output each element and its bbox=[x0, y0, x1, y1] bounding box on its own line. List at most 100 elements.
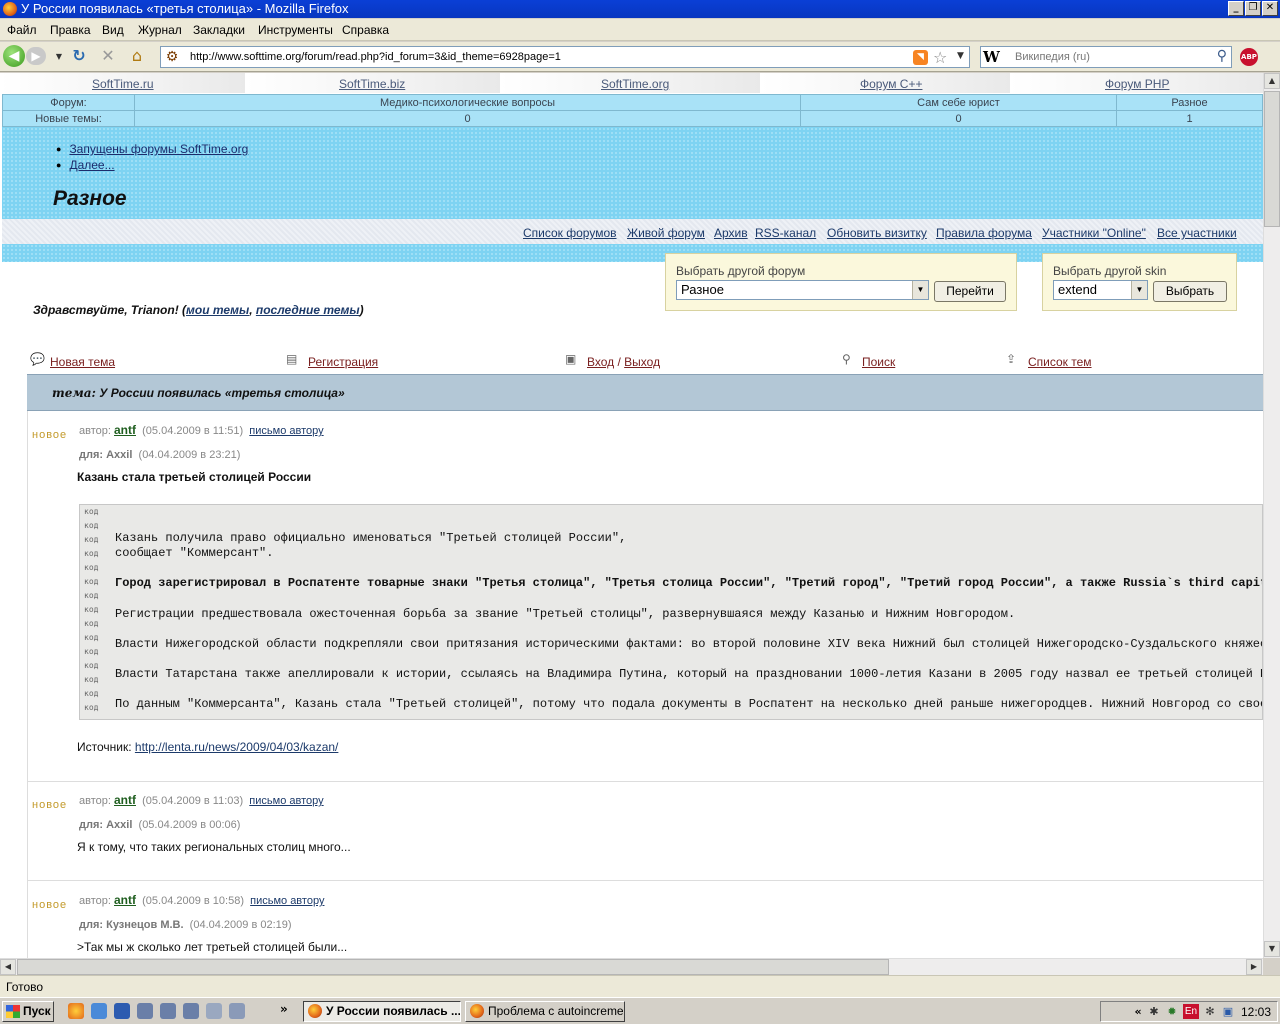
select-skin-button[interactable]: Выбрать bbox=[1153, 281, 1227, 302]
maximize-button[interactable]: ❐ bbox=[1245, 1, 1261, 16]
scroll-right-icon[interactable]: ▶ bbox=[1246, 959, 1262, 975]
scroll-thumb[interactable] bbox=[17, 959, 889, 975]
home-icon[interactable]: ⌂ bbox=[127, 46, 147, 66]
link-update-card[interactable]: Обновить визитку bbox=[827, 226, 927, 240]
link-softtime-biz[interactable]: SoftTime.biz bbox=[339, 77, 405, 91]
author-link[interactable]: antf bbox=[114, 423, 136, 437]
task-button[interactable]: У России появилась ... bbox=[303, 1001, 461, 1022]
author-link[interactable]: antf bbox=[114, 893, 136, 907]
link-all-users[interactable]: Все участники bbox=[1157, 226, 1237, 240]
back-icon[interactable]: ◀ bbox=[3, 45, 25, 67]
topics-list-link[interactable]: Список тем bbox=[1028, 355, 1092, 369]
logout-link[interactable]: Выход bbox=[624, 355, 660, 369]
login-link[interactable]: Вход bbox=[587, 355, 614, 369]
code-line: сообщает "Коммерсант". bbox=[115, 546, 274, 560]
link-forum-rules[interactable]: Правила форума bbox=[936, 226, 1032, 240]
menu-help[interactable]: Справка bbox=[342, 23, 389, 37]
link-rss[interactable]: RSS-канал bbox=[755, 226, 816, 240]
search-action[interactable]: ⚲ Поиск bbox=[842, 352, 895, 369]
last-topics-link[interactable]: последние темы bbox=[256, 303, 360, 317]
chevron-down-icon[interactable]: ▼ bbox=[1131, 281, 1147, 299]
vertical-scrollbar[interactable]: ▲ ▼ bbox=[1263, 73, 1280, 958]
rss-icon[interactable]: ◥ bbox=[913, 50, 928, 65]
search-icon[interactable]: ⚲ bbox=[1217, 48, 1227, 64]
antivirus-icon[interactable]: ✹ bbox=[1165, 1005, 1179, 1019]
topics-list-action[interactable]: ⇪ Список тем bbox=[1006, 352, 1092, 369]
scroll-down-icon[interactable]: ▼ bbox=[1264, 941, 1280, 957]
scroll-left-icon[interactable]: ◀ bbox=[0, 959, 16, 975]
browser-quicklaunch-icon[interactable] bbox=[91, 1003, 107, 1019]
url-bar[interactable]: ⚙ http://www.softtime.org/forum/read.php… bbox=[160, 46, 970, 68]
star-icon[interactable]: ☆ bbox=[933, 48, 947, 67]
mail-author-link[interactable]: письмо автору bbox=[249, 795, 323, 807]
app-quicklaunch-icon[interactable] bbox=[229, 1003, 245, 1019]
menu-file[interactable]: Файл bbox=[7, 23, 37, 37]
menu-view[interactable]: Вид bbox=[102, 23, 124, 37]
history-dropdown-icon[interactable]: ▼ bbox=[49, 47, 69, 67]
link-archive[interactable]: Архив bbox=[714, 226, 748, 240]
link-softtime-org[interactable]: SoftTime.org bbox=[601, 77, 669, 91]
monitor-icon[interactable]: ▣ bbox=[1221, 1005, 1235, 1019]
scroll-up-icon[interactable]: ▲ bbox=[1264, 73, 1280, 89]
search-bar[interactable]: W Википедия (ru) ⚲ bbox=[980, 46, 1232, 68]
link-forum-cpp[interactable]: Форум C++ bbox=[860, 77, 922, 91]
firefox-quicklaunch-icon[interactable] bbox=[68, 1003, 84, 1019]
mail-author-link[interactable]: письмо автору bbox=[249, 425, 323, 437]
gutter-label: код bbox=[84, 661, 99, 670]
my-topics-link[interactable]: мои темы bbox=[186, 303, 249, 317]
reload-icon[interactable]: ↻ bbox=[69, 46, 89, 66]
forum-name[interactable]: Разное bbox=[1116, 94, 1263, 111]
network-icon[interactable]: ✱ bbox=[1147, 1005, 1161, 1019]
scroll-thumb[interactable] bbox=[1264, 91, 1280, 227]
register-link[interactable]: Регистрация bbox=[308, 355, 378, 369]
minimize-button[interactable]: _ bbox=[1228, 1, 1244, 16]
go-button[interactable]: Перейти bbox=[934, 281, 1006, 302]
app-quicklaunch-icon[interactable] bbox=[183, 1003, 199, 1019]
register-action[interactable]: ▤ Регистрация bbox=[286, 352, 378, 369]
author-link[interactable]: antf bbox=[114, 793, 136, 807]
menu-tools[interactable]: Инструменты bbox=[258, 23, 333, 37]
bug-icon[interactable]: ✻ bbox=[1203, 1005, 1217, 1019]
app-quicklaunch-icon[interactable] bbox=[206, 1003, 222, 1019]
app-quicklaunch-icon[interactable] bbox=[160, 1003, 176, 1019]
adblock-icon[interactable]: ABP bbox=[1240, 48, 1258, 66]
menu-history[interactable]: Журнал bbox=[138, 23, 182, 37]
horizontal-scrollbar[interactable]: ◀ ▶ bbox=[0, 958, 1263, 975]
source-link[interactable]: http://lenta.ru/news/2009/04/03/kazan/ bbox=[135, 740, 338, 754]
forum-name[interactable]: Медико-психологические вопросы bbox=[134, 94, 801, 111]
language-indicator[interactable]: En bbox=[1183, 1004, 1199, 1019]
tray-expand-icon[interactable]: « bbox=[1131, 1005, 1145, 1019]
app-quicklaunch-icon[interactable] bbox=[114, 1003, 130, 1019]
close-button[interactable]: ✕ bbox=[1262, 1, 1278, 16]
stop-icon[interactable]: ✕ bbox=[98, 46, 118, 66]
mail-author-link[interactable]: письмо автору bbox=[250, 895, 324, 907]
search-link[interactable]: Поиск bbox=[862, 355, 895, 369]
link-softtime-ru[interactable]: SoftTime.ru bbox=[92, 77, 154, 91]
link-online-users[interactable]: Участники "Online" bbox=[1042, 226, 1146, 240]
news-link[interactable]: Запущены форумы SoftTime.org bbox=[69, 142, 248, 156]
url-dropdown-icon[interactable]: ▼ bbox=[957, 51, 964, 61]
skin-select[interactable]: extend ▼ bbox=[1053, 280, 1148, 300]
forum-select[interactable]: Разное ▼ bbox=[676, 280, 929, 300]
link-live-forum[interactable]: Живой форум bbox=[627, 226, 705, 240]
start-button[interactable]: Пуск bbox=[2, 1001, 54, 1022]
more-link[interactable]: Далее... bbox=[69, 158, 114, 172]
forum-name[interactable]: Сам себе юрист bbox=[800, 94, 1117, 111]
menu-bookmarks[interactable]: Закладки bbox=[193, 23, 245, 37]
author-label: автор: bbox=[79, 795, 111, 807]
url-text[interactable]: http://www.softtime.org/forum/read.php?i… bbox=[190, 51, 561, 63]
post-source: Источник: http://lenta.ru/news/2009/04/0… bbox=[77, 740, 338, 754]
menu-edit[interactable]: Правка bbox=[50, 23, 91, 37]
new-topic-action[interactable]: 💬 Новая тема bbox=[30, 352, 115, 369]
new-topic-link[interactable]: Новая тема bbox=[50, 355, 115, 369]
task-button[interactable]: Проблема с autoincreme... bbox=[465, 1001, 625, 1022]
app-quicklaunch-icon[interactable] bbox=[137, 1003, 153, 1019]
quicklaunch-overflow-icon[interactable]: » bbox=[280, 1002, 288, 1016]
search-input[interactable]: Википедия (ru) bbox=[1015, 51, 1090, 63]
wikipedia-icon[interactable]: W bbox=[983, 48, 1005, 66]
link-forum-php[interactable]: Форум PHP bbox=[1105, 77, 1169, 91]
chevron-down-icon[interactable]: ▼ bbox=[912, 281, 928, 299]
code-line: По данным "Коммерсанта", Казань стала "Т… bbox=[115, 697, 1263, 711]
link-forum-list[interactable]: Список форумов bbox=[523, 226, 617, 240]
forward-icon[interactable]: ▶ bbox=[26, 47, 46, 65]
